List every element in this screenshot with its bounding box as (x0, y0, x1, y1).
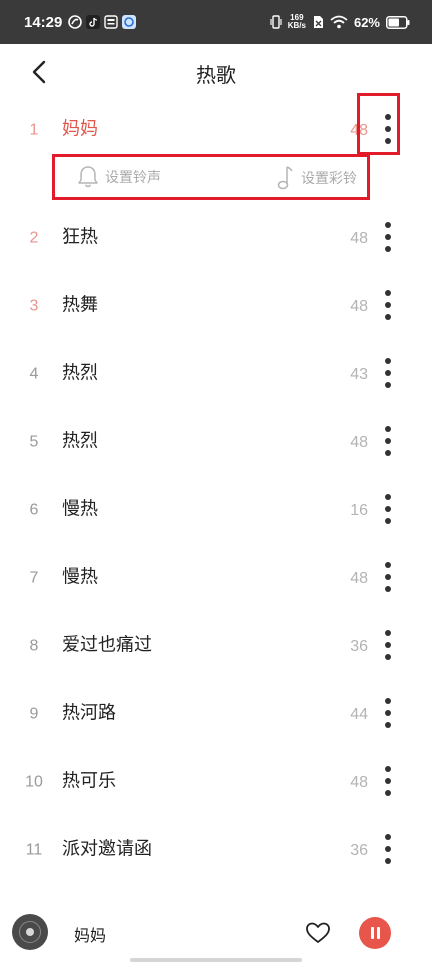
more-options-button[interactable] (382, 356, 394, 390)
song-count: 48 (350, 433, 368, 451)
song-count: 44 (350, 705, 368, 723)
song-title: 妈妈 (62, 118, 98, 140)
home-indicator[interactable] (130, 958, 302, 962)
network-speed-unit: KB/s (287, 21, 306, 30)
set-color-ring-label: 设置彩铃 (301, 171, 357, 187)
song-row[interactable]: 10 热可乐 48 (0, 747, 432, 815)
song-rank: 7 (29, 569, 39, 587)
set-color-ring-button[interactable]: 设置彩铃 (275, 165, 357, 191)
song-title: 狂热 (62, 226, 98, 248)
song-rank: 11 (25, 841, 43, 859)
wifi-icon (330, 15, 348, 29)
set-ringtone-label: 设置铃声 (105, 170, 161, 186)
message-icon (104, 15, 118, 29)
more-options-button[interactable] (382, 220, 394, 254)
song-count: 48 (350, 569, 368, 587)
song-row[interactable]: 6 慢热 16 (0, 475, 432, 543)
song-title: 慢热 (62, 498, 98, 520)
song-title: 慢热 (62, 566, 98, 588)
now-playing-title: 妈妈 (74, 926, 107, 945)
song-count: 36 (350, 841, 368, 859)
status-time: 14:29 (24, 14, 63, 31)
song-row[interactable]: 11 派对邀请函 36 (0, 815, 432, 883)
song-title: 派对邀请函 (62, 838, 152, 860)
song-count: 16 (350, 501, 368, 519)
bell-icon (78, 166, 98, 188)
status-bar: 14:29 169 KB/s 62% (0, 0, 432, 44)
song-count: 43 (350, 365, 368, 383)
song-row[interactable]: 8 爱过也痛过 36 (0, 611, 432, 679)
song-rank: 1 (29, 121, 39, 139)
song-count: 36 (350, 637, 368, 655)
song-row[interactable]: 2 狂热 48 (0, 203, 432, 271)
set-ringtone-button[interactable]: 设置铃声 (77, 165, 161, 189)
song-rank: 6 (29, 501, 39, 519)
song-row[interactable]: 7 慢热 48 (0, 543, 432, 611)
song-title: 热烈 (62, 430, 98, 452)
favorite-button[interactable] (305, 921, 331, 945)
battery-percentage: 62% (353, 14, 380, 30)
song-title: 热可乐 (62, 770, 116, 792)
song-row[interactable]: 4 热烈 43 (0, 339, 432, 407)
song-title: 热烈 (62, 362, 98, 384)
more-options-button[interactable] (382, 288, 394, 322)
vibrate-icon (270, 15, 282, 29)
battery-icon (386, 15, 410, 29)
song-rank: 2 (29, 229, 39, 247)
more-options-button[interactable] (382, 696, 394, 730)
song-count: 48 (350, 773, 368, 791)
song-list: 1 妈妈 48 2 狂热 48 3 热舞 48 4 热烈 43 5 热烈 48 (0, 95, 432, 883)
song-count: 48 (350, 229, 368, 247)
song-action-strip: 设置铃声 设置彩铃 (52, 154, 370, 200)
app-notification-icon (68, 15, 82, 29)
album-disc-icon[interactable] (12, 914, 48, 950)
song-rank: 4 (29, 365, 39, 383)
song-count: 48 (350, 297, 368, 315)
network-speed: 169 KB/s (288, 14, 306, 30)
song-title: 热舞 (62, 294, 98, 316)
song-title: 热河路 (62, 702, 116, 724)
song-rank: 8 (29, 637, 39, 655)
more-options-button[interactable] (382, 492, 394, 526)
mini-player[interactable]: 妈妈 (0, 900, 432, 964)
song-rank: 5 (29, 433, 39, 451)
page-title: 热歌 (196, 63, 236, 87)
song-rank: 9 (29, 705, 39, 723)
more-options-button[interactable] (382, 628, 394, 662)
more-options-button[interactable] (382, 764, 394, 798)
more-options-button[interactable] (382, 560, 394, 594)
song-row[interactable]: 5 热烈 48 (0, 407, 432, 475)
more-options-button[interactable] (382, 424, 394, 458)
song-rank: 10 (25, 773, 43, 791)
highlight-box-more-options (357, 93, 400, 155)
song-title: 爱过也痛过 (62, 634, 152, 656)
pause-button[interactable] (359, 917, 391, 949)
song-row[interactable]: 3 热舞 48 (0, 271, 432, 339)
song-rank: 3 (29, 297, 39, 315)
app-badge-icon (122, 15, 136, 29)
header: 热歌 (0, 44, 432, 98)
music-note-icon (277, 166, 293, 190)
status-indicators: 169 KB/s 62% (270, 12, 410, 32)
no-sim-icon (313, 16, 323, 28)
more-options-button[interactable] (382, 832, 394, 866)
song-row[interactable]: 9 热河路 44 (0, 679, 432, 747)
tiktok-icon (86, 15, 100, 29)
